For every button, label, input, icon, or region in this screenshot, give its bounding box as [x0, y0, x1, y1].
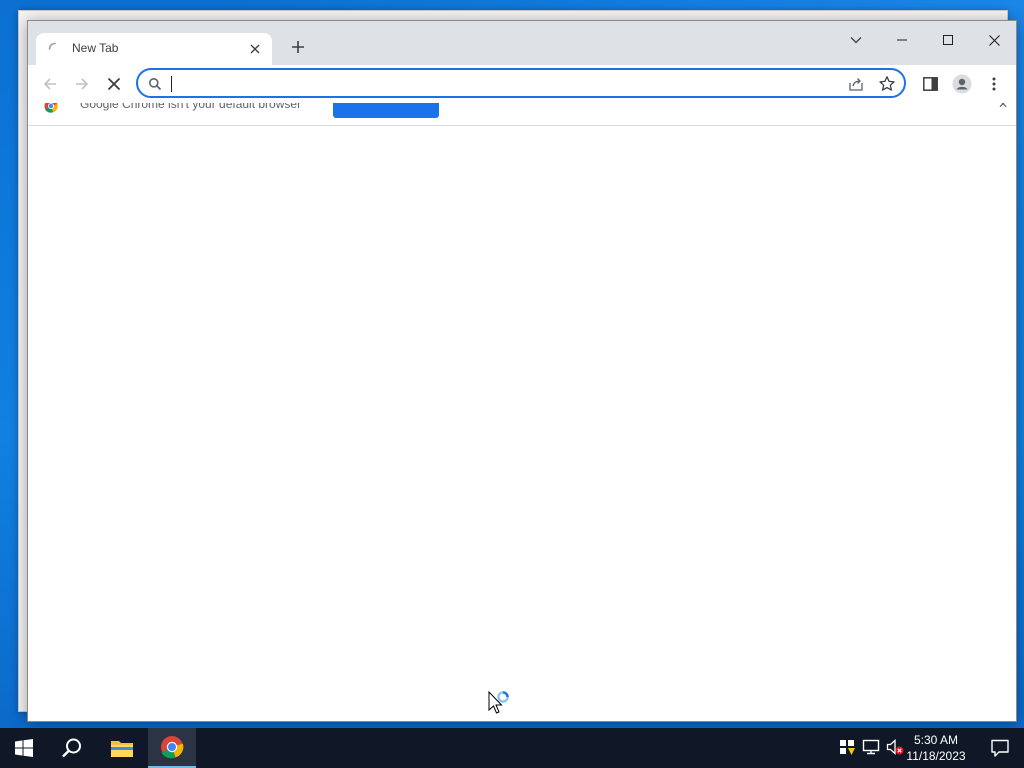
profile-button[interactable] — [950, 72, 974, 96]
close-window-button[interactable] — [974, 25, 1014, 55]
tab-loading-spinner-icon — [48, 42, 56, 50]
text-caret — [171, 76, 172, 92]
browser-toolbar — [28, 65, 1016, 103]
profile-icon — [952, 74, 972, 94]
tab-close-button[interactable] — [246, 40, 264, 58]
infobar-close-button[interactable]: ✕ — [998, 103, 1008, 111]
side-panel-button[interactable] — [918, 72, 942, 96]
taskbar-clock[interactable]: 5:30 AM 11/18/2023 — [904, 732, 968, 764]
side-panel-icon — [922, 77, 938, 91]
new-tab-button[interactable] — [286, 35, 310, 59]
share-icon[interactable] — [848, 76, 864, 92]
star-icon[interactable] — [878, 75, 896, 93]
more-vert-icon — [992, 77, 996, 91]
taskbar-chrome[interactable] — [148, 728, 196, 768]
tab-search-button[interactable] — [836, 25, 876, 55]
plus-icon — [292, 41, 304, 53]
windows-start-icon — [15, 739, 33, 757]
chevron-down-icon — [850, 37, 862, 44]
infobar-message: Google Chrome isn't your default browser — [80, 103, 302, 111]
volume-muted-icon[interactable] — [886, 738, 904, 756]
address-input[interactable] — [172, 73, 816, 95]
forward-arrow-icon — [76, 78, 89, 90]
taskbar-file-explorer[interactable] — [98, 728, 146, 768]
back-arrow-icon — [43, 78, 56, 90]
file-explorer-icon — [111, 741, 133, 757]
stop-loading-button[interactable] — [102, 72, 126, 96]
default-browser-infobar: Google Chrome isn't your default browser… — [28, 103, 1016, 126]
close-icon — [250, 44, 260, 54]
taskbar: 5:30 AM 11/18/2023 — [0, 728, 1024, 768]
menu-button[interactable] — [982, 72, 1006, 96]
stop-loading-icon — [107, 77, 121, 91]
make-default-button[interactable] — [333, 103, 439, 118]
page-content — [28, 126, 1016, 721]
maximize-icon — [943, 35, 953, 45]
network-icon[interactable] — [862, 738, 880, 756]
chrome-window: New Tab Google Chrome isn't your default… — [27, 20, 1017, 722]
loading-cursor-icon — [488, 690, 509, 714]
maximize-button[interactable] — [928, 25, 968, 55]
minimize-button[interactable] — [882, 25, 922, 55]
security-shield-icon[interactable] — [838, 738, 856, 756]
clock-date: 11/18/2023 — [906, 749, 966, 763]
search-icon — [62, 738, 81, 758]
taskbar-search-button[interactable] — [48, 728, 96, 768]
tab-strip: New Tab — [28, 21, 1016, 65]
chrome-icon — [44, 103, 58, 113]
forward-button[interactable] — [70, 72, 94, 96]
notification-icon[interactable] — [990, 738, 1010, 758]
address-bar[interactable] — [136, 68, 906, 98]
minimize-icon — [897, 39, 907, 41]
tab-new-tab[interactable]: New Tab — [36, 33, 272, 65]
clock-time: 5:30 AM — [913, 733, 959, 747]
back-button[interactable] — [38, 72, 62, 96]
close-icon — [988, 34, 1000, 46]
chrome-icon — [161, 736, 184, 759]
start-button[interactable] — [0, 728, 48, 768]
search-icon — [149, 78, 162, 91]
tab-title: New Tab — [72, 41, 119, 55]
